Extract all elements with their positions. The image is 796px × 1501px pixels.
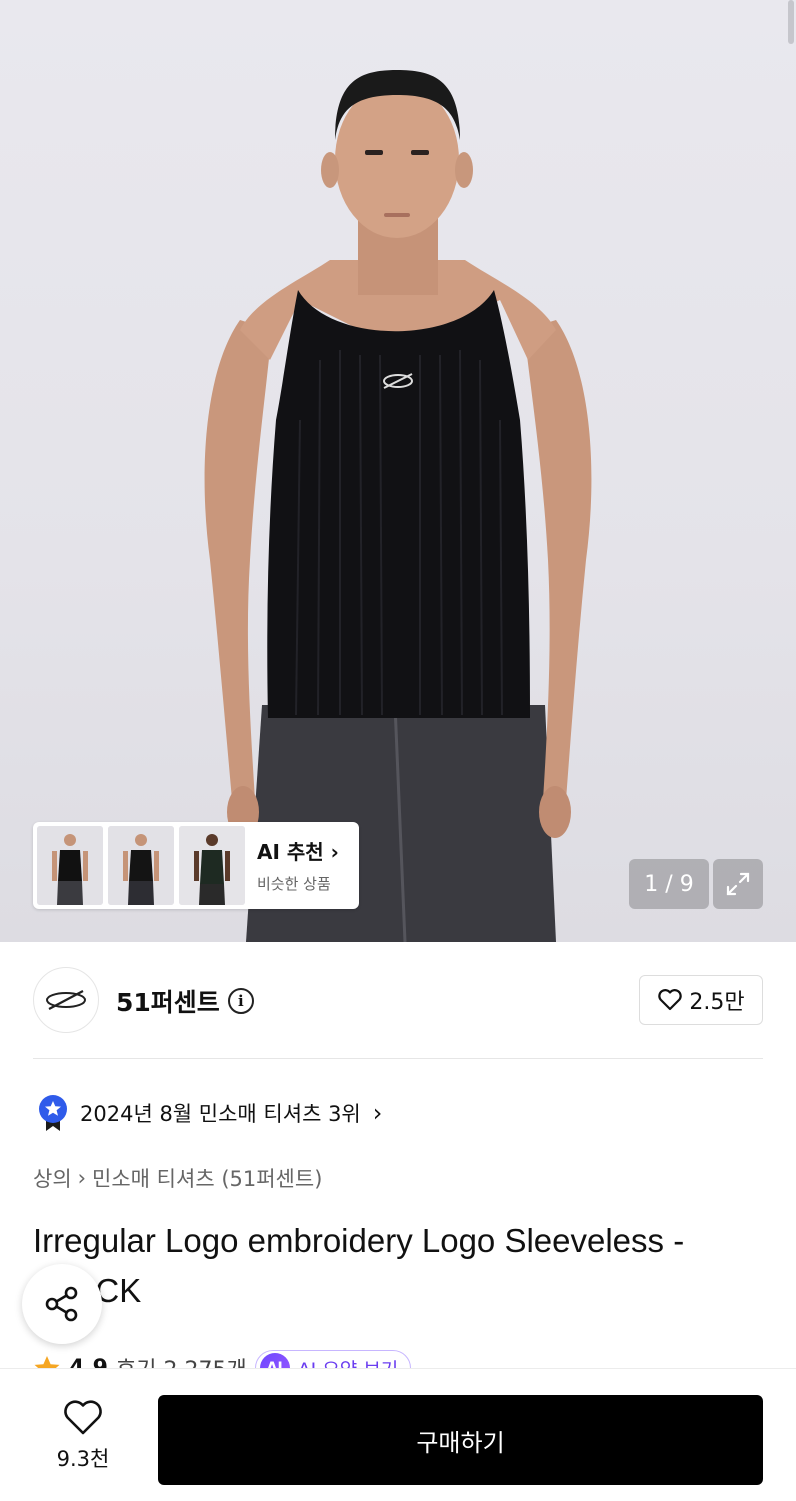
bottom-action-bar: 9.3천 구매하기: [0, 1368, 796, 1501]
breadcrumb-subcategory[interactable]: 민소매 티셔츠 (51퍼센트): [92, 1163, 322, 1193]
divider: [33, 1058, 763, 1059]
info-icon[interactable]: i: [227, 988, 254, 1014]
brand-like-count: 2.5만: [689, 990, 745, 1015]
ranking-link[interactable]: 2024년 8월 민소매 티셔츠 3위 ›: [38, 1094, 382, 1132]
product-title: Irregular Logo embroidery Logo Sleeveles…: [33, 1222, 685, 1309]
brand-like-button[interactable]: 2.5만: [639, 975, 763, 1025]
ai-recommend-title: AI 추천: [257, 840, 324, 864]
chevron-right-icon: ›: [372, 1099, 383, 1127]
wishlist-button[interactable]: 9.3천: [40, 1399, 126, 1473]
chevron-right-icon: ›: [330, 840, 339, 864]
breadcrumb: 상의 › 민소매 티셔츠 (51퍼센트): [33, 1163, 322, 1193]
image-counter: 1 / 9: [629, 859, 709, 909]
breadcrumb-category[interactable]: 상의: [33, 1163, 72, 1193]
recommendation-thumbnail[interactable]: [179, 826, 245, 905]
scrollbar-thumb[interactable]: [788, 0, 794, 44]
heart-icon: [64, 1400, 102, 1435]
heart-icon: [658, 989, 683, 1011]
product-photo: [204, 70, 592, 942]
recommendation-thumbnail[interactable]: [108, 826, 174, 905]
expand-icon: [726, 872, 750, 896]
expand-button[interactable]: [713, 859, 763, 909]
brand-logo[interactable]: [33, 967, 99, 1033]
wishlist-count: 9.3천: [56, 1447, 110, 1471]
share-button[interactable]: [22, 1264, 102, 1344]
brand-name: 51퍼센트: [116, 988, 220, 1017]
share-icon: [45, 1286, 78, 1322]
recommendation-thumbnail[interactable]: [37, 826, 103, 905]
ai-recommendation-card[interactable]: AI 추천 › 비슷한 상품: [33, 822, 359, 909]
brand-logo-icon: [46, 990, 86, 1010]
ai-recommend-subtitle: 비슷한 상품: [257, 875, 331, 893]
brand-name-link[interactable]: 51퍼센트 i: [116, 983, 254, 1019]
chevron-right-icon: ›: [77, 1166, 87, 1190]
rank-badge-icon: [39, 1095, 67, 1131]
product-image-gallery[interactable]: AI 추천 › 비슷한 상품 1 / 9: [0, 0, 796, 942]
buy-button[interactable]: 구매하기: [158, 1395, 763, 1485]
ranking-text: 2024년 8월 민소매 티셔츠 3위: [80, 1102, 361, 1126]
